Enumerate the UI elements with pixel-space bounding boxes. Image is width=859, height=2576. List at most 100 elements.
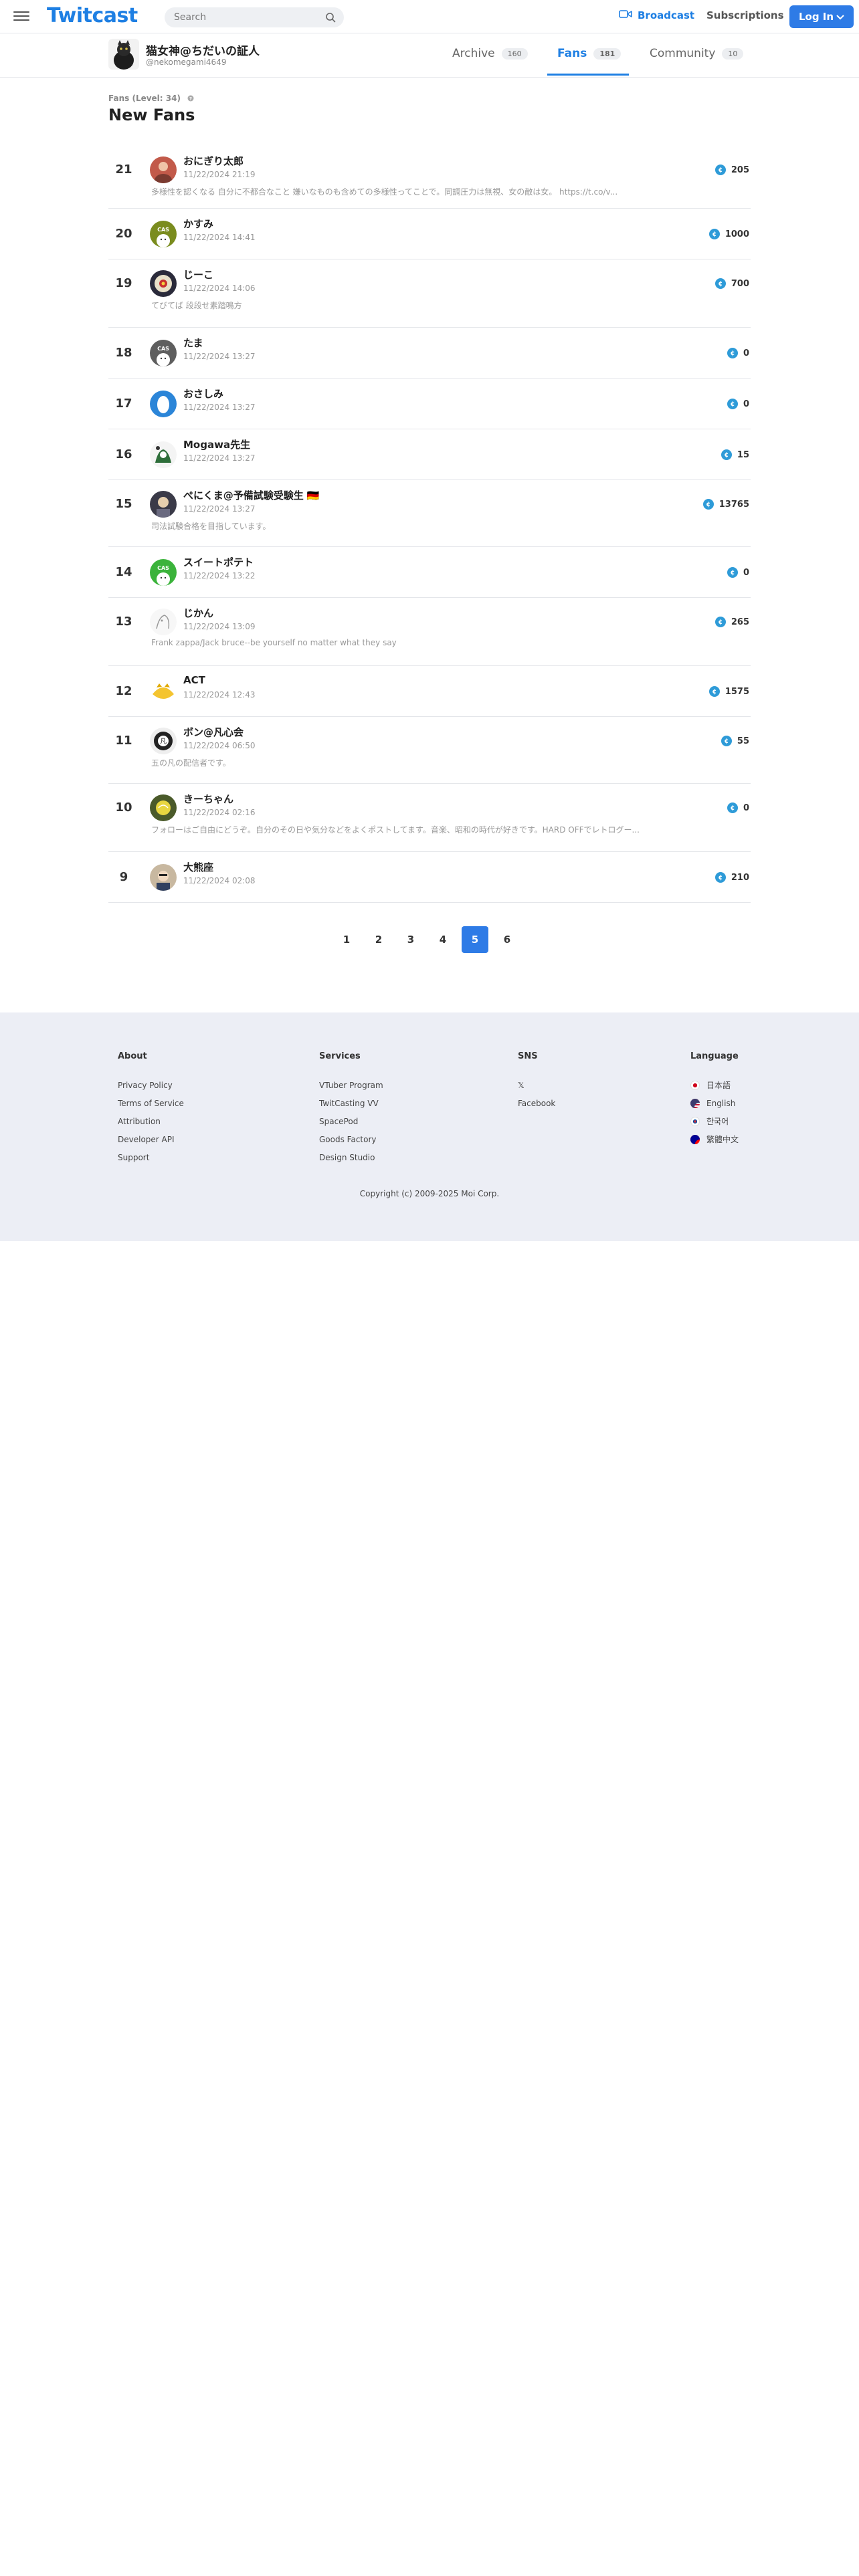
footer-link[interactable]: Attribution — [118, 1112, 184, 1130]
fan-row[interactable]: 19 じーこ 11/22/2024 14:06 てびてば 段段せ素踏鳴方 ¢ 700 — [108, 259, 751, 328]
footer-link[interactable]: Design Studio — [319, 1148, 383, 1166]
language-english[interactable]: English — [690, 1094, 739, 1112]
footer-link[interactable]: Privacy Policy — [118, 1076, 184, 1094]
fan-score-value: 0 — [743, 399, 749, 409]
fan-row[interactable]: 21 おにぎり太郎 11/22/2024 21:19 多様性を認くなる 自分に不都合な… — [108, 146, 751, 209]
fan-date: 11/22/2024 12:43 — [183, 690, 256, 700]
fan-score-value: 265 — [731, 617, 749, 627]
page-button-3[interactable]: 3 — [397, 926, 424, 953]
fan-avatar[interactable]: CAS — [150, 221, 177, 247]
page-button-5[interactable]: 5 — [462, 926, 488, 953]
fan-comment: Frank zappa/Jack bruce--be yourself no m… — [151, 638, 397, 647]
language-japanese[interactable]: 日本語 — [690, 1076, 739, 1094]
fan-name[interactable]: かすみ — [183, 217, 213, 231]
profile-handle: @nekomegami4649 — [146, 58, 227, 67]
footer-link[interactable]: Terms of Service — [118, 1094, 184, 1112]
help-icon[interactable]: ? — [187, 94, 194, 104]
fan-name[interactable]: ボン@凡心会 — [183, 725, 244, 739]
twitcast-logo[interactable]: Twitcast — [47, 4, 138, 27]
fan-avatar[interactable]: 凡 — [150, 728, 177, 754]
page-button-1[interactable]: 1 — [333, 926, 360, 953]
fan-name[interactable]: たま — [183, 336, 203, 350]
fan-name[interactable]: ACT — [183, 674, 205, 686]
us-flag-icon — [690, 1098, 700, 1108]
fan-row[interactable]: 11 凡 ボン@凡心会 11/22/2024 06:50 五の凡の配信者です。 ¢ 55 — [108, 717, 751, 784]
footer-heading: Services — [319, 1051, 361, 1061]
broadcast-button[interactable]: Broadcast — [619, 9, 694, 21]
fan-row[interactable]: 13 じかん 11/22/2024 13:09 Frank zappa/Jack br… — [108, 598, 751, 666]
tab-label: Fans — [557, 47, 587, 60]
coin-icon: ¢ — [727, 802, 738, 813]
fan-name[interactable]: おさしみ — [183, 387, 223, 401]
fan-row[interactable]: 14 CAS スイートポテト 11/22/2024 13:22 ¢ 0 — [108, 547, 751, 598]
fan-row[interactable]: 9 大熊座 11/22/2024 02:08 ¢ 210 — [108, 852, 751, 903]
fan-name[interactable]: きーちゃん — [183, 792, 233, 806]
fan-row[interactable]: 15 ぺにくま@予備試験受験生 🇩🇪 11/22/2024 13:27 司法試験合格を… — [108, 480, 751, 547]
fan-avatar[interactable] — [150, 864, 177, 891]
footer-link[interactable]: SpacePod — [319, 1112, 383, 1130]
fan-name[interactable]: ぺにくま@予備試験受験生 🇩🇪 — [183, 488, 320, 502]
profile-avatar[interactable] — [108, 39, 139, 70]
tab-fans[interactable]: Fans 181 — [557, 47, 622, 60]
fan-row[interactable]: 20 CAS かすみ 11/22/2024 14:41 ¢ 1000 — [108, 209, 751, 259]
fan-name[interactable]: Mogawa先生 — [183, 437, 250, 451]
login-button[interactable]: Log In — [789, 5, 854, 28]
fan-name[interactable]: じかん — [183, 606, 213, 620]
fan-row[interactable]: 17 おさしみ 11/22/2024 13:27 ¢ 0 — [108, 379, 751, 429]
fan-row[interactable]: 10 きーちゃん 11/22/2024 02:16 フォローはご自由にどうぞ。自分のそ… — [108, 784, 751, 852]
active-tab-indicator — [547, 74, 629, 76]
fan-avatar[interactable] — [150, 794, 177, 821]
fan-score-value: 0 — [743, 567, 749, 578]
language-korean[interactable]: 한국어 — [690, 1112, 739, 1130]
fan-name[interactable]: 大熊座 — [183, 860, 213, 874]
coin-icon: ¢ — [702, 499, 714, 510]
tab-archive[interactable]: Archive 160 — [452, 47, 528, 60]
fan-avatar[interactable] — [150, 678, 177, 705]
chevron-down-icon — [836, 11, 844, 23]
footer-link[interactable]: Goods Factory — [319, 1130, 383, 1148]
fan-name[interactable]: おにぎり太郎 — [183, 154, 244, 168]
fan-avatar[interactable]: CAS — [150, 340, 177, 366]
page-button-6[interactable]: 6 — [494, 926, 520, 953]
fan-score: ¢ 0 — [727, 802, 749, 813]
language-traditional-chinese[interactable]: 繁體中文 — [690, 1130, 739, 1148]
fan-row[interactable]: 12 ACT 11/22/2024 12:43 ¢ 1575 — [108, 666, 751, 717]
footer-link[interactable]: Support — [118, 1148, 184, 1166]
fan-avatar[interactable] — [150, 491, 177, 518]
fan-avatar[interactable] — [150, 391, 177, 417]
fan-name[interactable]: スイートポテト — [183, 555, 254, 569]
fan-rank: 13 — [115, 615, 132, 629]
subscriptions-link[interactable]: Subscriptions — [706, 9, 784, 21]
fan-score: ¢ 1575 — [708, 686, 749, 697]
page-button-2[interactable]: 2 — [365, 926, 392, 953]
copyright-text: Copyright (c) 2009-2025 Moi Corp. — [359, 1189, 500, 1198]
fan-avatar[interactable]: CAS — [150, 559, 177, 586]
menu-icon[interactable] — [13, 9, 29, 23]
page-button-4[interactable]: 4 — [430, 926, 456, 953]
fan-rank: 9 — [119, 870, 128, 884]
fan-rank: 21 — [115, 163, 132, 177]
fan-row[interactable]: 18 CAS たま 11/22/2024 13:27 ¢ 0 — [108, 328, 751, 379]
facebook-link[interactable]: Facebook — [518, 1094, 555, 1112]
footer-link[interactable]: Developer API — [118, 1130, 184, 1148]
footer-link[interactable]: VTuber Program — [319, 1076, 383, 1094]
fan-score-value: 1575 — [725, 686, 749, 697]
tab-community[interactable]: Community 10 — [650, 47, 744, 60]
fan-avatar[interactable] — [150, 609, 177, 635]
footer-link[interactable]: TwitCasting VV — [319, 1094, 383, 1112]
search-input[interactable] — [174, 7, 321, 27]
coin-icon: ¢ — [721, 736, 732, 746]
fan-avatar[interactable] — [150, 156, 177, 183]
fan-avatar[interactable] — [150, 441, 177, 468]
coin-icon: ¢ — [727, 399, 738, 409]
fan-score-value: 13765 — [719, 499, 749, 510]
fan-score: ¢ 0 — [727, 567, 749, 578]
search-icon[interactable] — [325, 12, 336, 25]
footer-heading: Language — [690, 1051, 739, 1061]
x-link[interactable]: 𝕏 — [518, 1076, 555, 1094]
fan-name[interactable]: じーこ — [183, 267, 213, 282]
fan-rank: 12 — [115, 684, 132, 698]
fan-row[interactable]: 16 Mogawa先生 11/22/2024 13:27 ¢ 15 — [108, 429, 751, 480]
fan-score: ¢ 0 — [727, 399, 749, 409]
fan-avatar[interactable] — [150, 270, 177, 297]
